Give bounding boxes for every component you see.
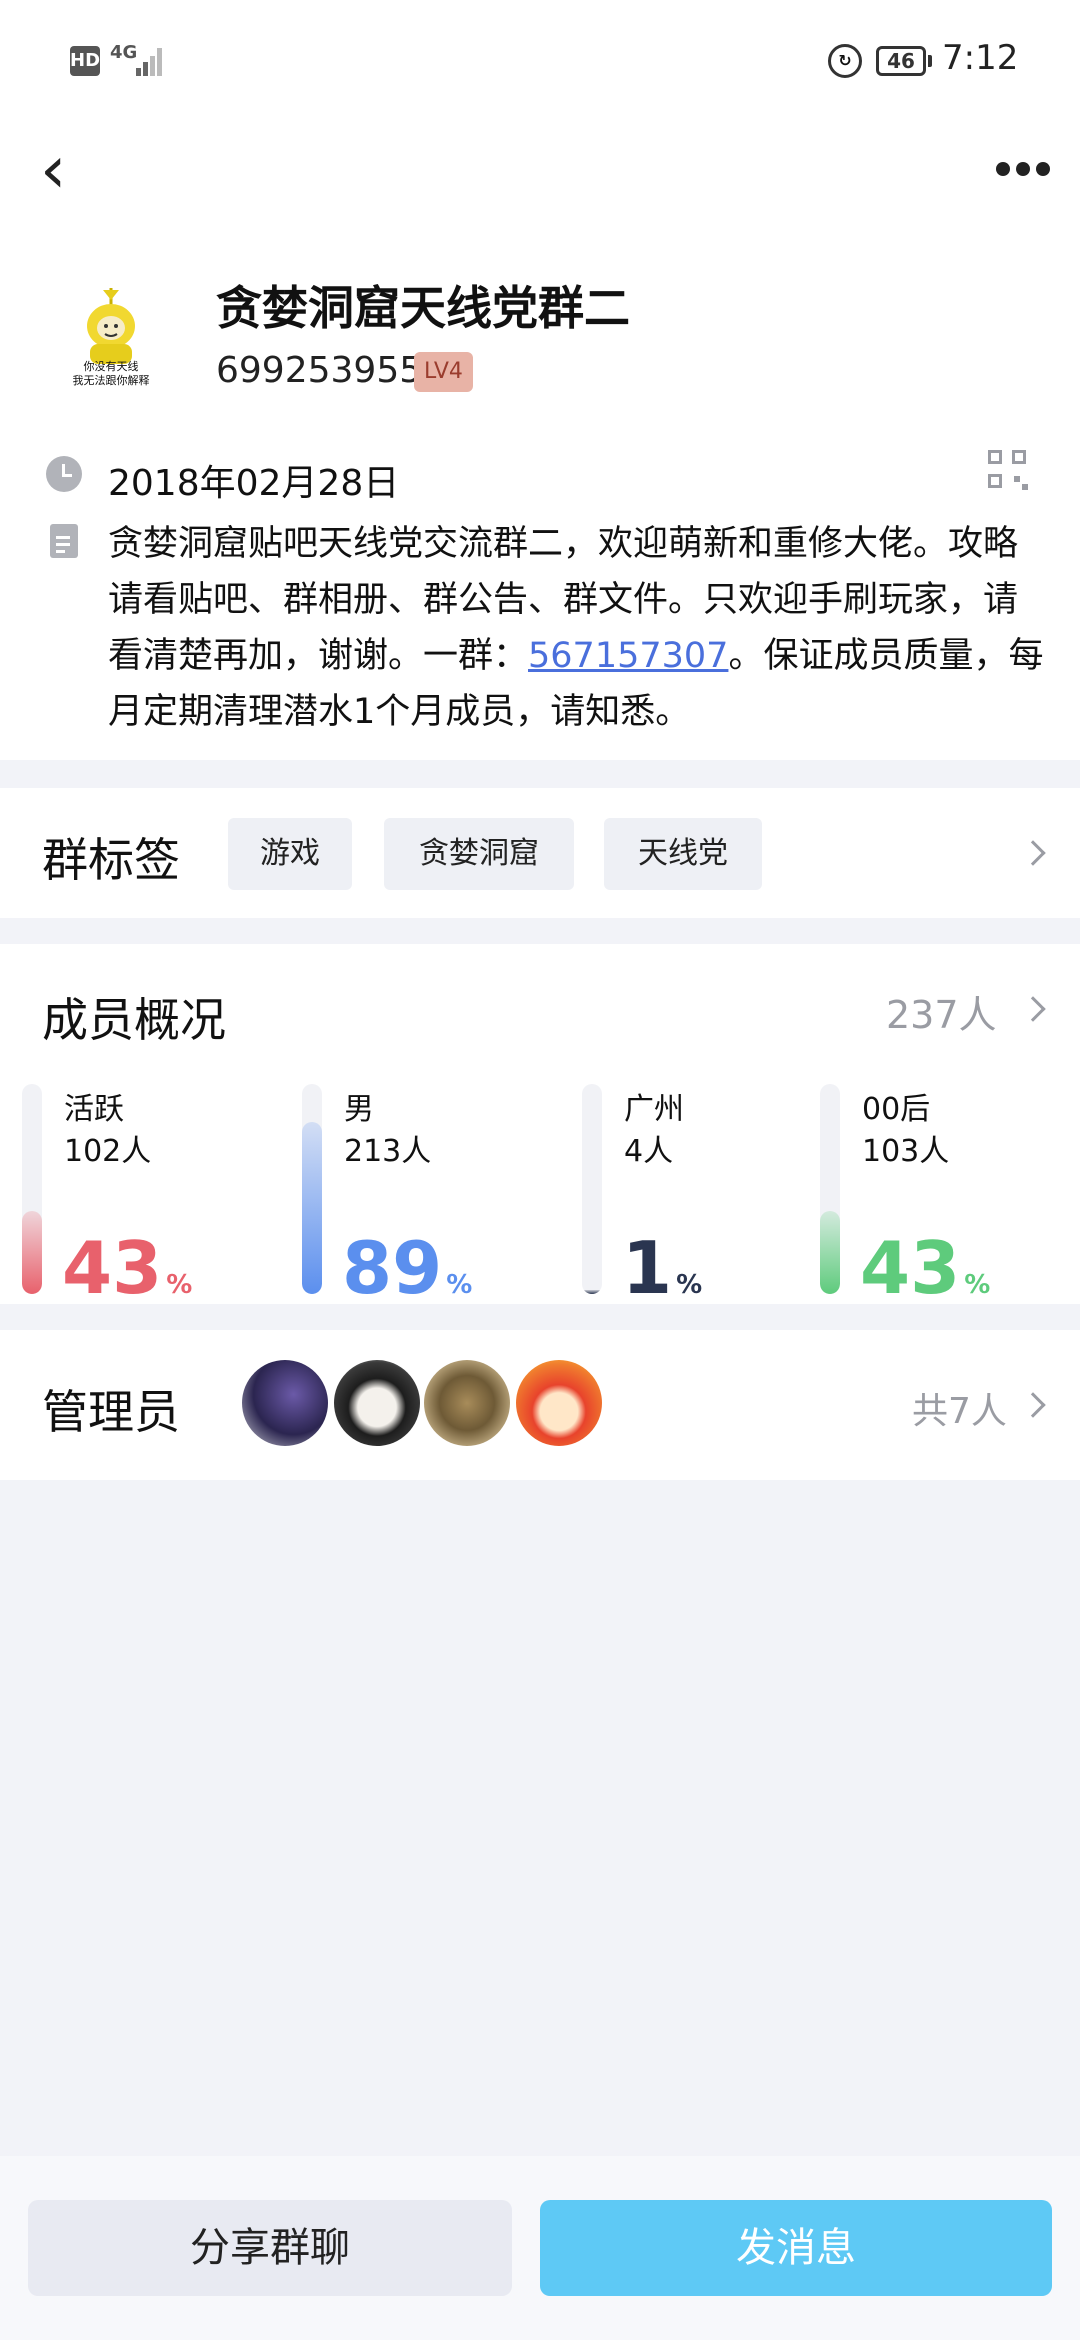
- status-bar: HD 4G ↻ 46 7:12: [0, 0, 1080, 120]
- chevron-right-icon: [1020, 1392, 1046, 1418]
- avatar-caption-2: 我无法跟你解释: [73, 373, 150, 387]
- group-number-link[interactable]: 567157307: [528, 636, 728, 676]
- stat-active[interactable]: 活跃 102人 43%: [22, 1084, 282, 1304]
- group-tags-section[interactable]: 群标签 游戏 贪婪洞窟 天线党: [0, 788, 1080, 918]
- battery-icon: 46: [876, 46, 926, 76]
- hd-badge: HD: [70, 46, 100, 76]
- created-date: 2018年02月28日: [108, 463, 400, 504]
- stat-bar-fill: [582, 1290, 602, 1294]
- stat-bar-fill: [22, 1211, 42, 1294]
- qr-code-icon[interactable]: [988, 450, 1030, 492]
- bottom-action-bar: 分享群聊 发消息: [0, 2156, 1080, 2340]
- stat-region[interactable]: 广州 4人 1%: [582, 1084, 842, 1304]
- tag-item[interactable]: 游戏: [228, 818, 352, 890]
- stat-count: 4人: [624, 1134, 674, 1169]
- stat-label: 活跃: [64, 1092, 124, 1127]
- avatar-caption-1: 你没有天线: [84, 359, 139, 373]
- stat-male[interactable]: 男 213人 89%: [302, 1084, 562, 1304]
- alarm-icon: ↻: [828, 44, 862, 78]
- tag-item[interactable]: 天线党: [604, 818, 762, 890]
- tags-title: 群标签: [42, 833, 180, 887]
- stat-percent: 89%: [342, 1226, 473, 1310]
- admins-section[interactable]: 管理员 共7人: [0, 1330, 1080, 1480]
- stat-label: 男: [344, 1092, 374, 1127]
- stat-percent: 1%: [622, 1226, 703, 1310]
- stat-percent: 43%: [62, 1226, 193, 1310]
- admin-avatar[interactable]: [334, 1360, 420, 1446]
- group-name: 贪婪洞窟天线党群二: [216, 281, 630, 335]
- stat-label: 00后: [862, 1092, 931, 1127]
- share-group-button[interactable]: 分享群聊: [28, 2200, 512, 2296]
- stat-count: 102人: [64, 1134, 152, 1169]
- level-badge: LV4: [414, 352, 473, 392]
- group-description: 贪婪洞窟贴吧天线党交流群二，欢迎萌新和重修大佬。攻略请看贴吧、群相册、群公告、群…: [108, 516, 1048, 740]
- group-info-panel: HD 4G ↻ 46 7:12 ‹ 你没有天线 我无法跟你解释 贪婪洞窟天线党群…: [0, 0, 1080, 760]
- stat-bar-fill: [302, 1122, 322, 1294]
- more-dots-icon[interactable]: [994, 158, 1054, 182]
- stat-bar-fill: [820, 1211, 840, 1294]
- members-title: 成员概况: [42, 993, 226, 1047]
- stat-count: 103人: [862, 1134, 950, 1169]
- admin-avatar[interactable]: [424, 1360, 510, 1446]
- group-avatar[interactable]: 你没有天线 我无法跟你解释: [56, 284, 166, 394]
- admin-avatar[interactable]: [516, 1360, 602, 1446]
- signal-icon: [136, 46, 166, 76]
- network-type: 4G: [110, 42, 138, 63]
- document-icon: [50, 524, 78, 558]
- status-time: 7:12: [942, 38, 1019, 78]
- stat-count: 213人: [344, 1134, 432, 1169]
- tag-item[interactable]: 贪婪洞窟: [384, 818, 574, 890]
- stat-label: 广州: [624, 1092, 684, 1127]
- admins-title: 管理员: [42, 1385, 180, 1439]
- chevron-right-icon: [1020, 996, 1046, 1022]
- admin-avatar[interactable]: [242, 1360, 328, 1446]
- member-total[interactable]: 237人: [886, 984, 997, 1039]
- back-arrow-icon[interactable]: ‹: [40, 137, 80, 203]
- members-overview-section: 成员概况 237人 活跃 102人 43% 男 213人 89% 广州 4人 1…: [0, 944, 1080, 1304]
- send-message-button[interactable]: 发消息: [540, 2200, 1052, 2296]
- stat-age[interactable]: 00后 103人 43%: [820, 1084, 1080, 1304]
- group-id: 699253955: [216, 350, 423, 391]
- chevron-right-icon: [1020, 840, 1046, 866]
- battery-tip: [928, 55, 932, 67]
- stat-percent: 43%: [860, 1226, 991, 1310]
- clock-icon: [46, 456, 82, 492]
- admin-count: 共7人: [912, 1391, 1007, 1432]
